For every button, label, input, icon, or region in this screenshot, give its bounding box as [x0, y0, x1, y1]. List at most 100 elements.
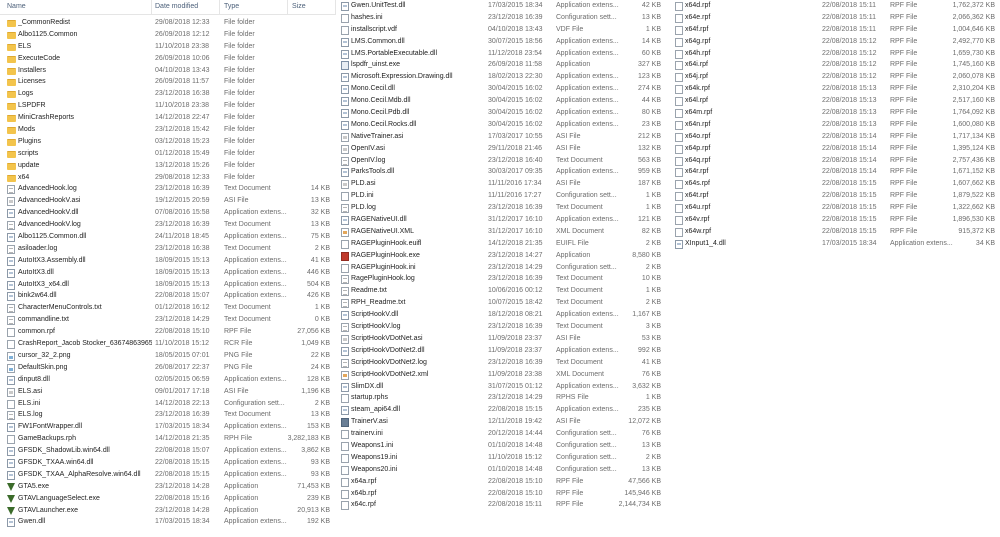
- file-row[interactable]: hashes.ini 23/12/2018 16:39 Configuration …: [338, 12, 664, 24]
- file-row[interactable]: Weapons19.ini 11/10/2018 15:12 Configurati…: [338, 452, 664, 464]
- file-row[interactable]: x64q.rpf 22/08/2018 15:14 RPF File 2,757,43…: [672, 155, 998, 167]
- file-row[interactable]: PLD.ini 11/11/2016 17:27 Configuration set…: [338, 190, 664, 202]
- file-row[interactable]: ScriptHookV.dll 18/12/2018 08:21 Applicati…: [338, 309, 664, 321]
- file-row[interactable]: FW1FontWrapper.dll 17/03/2015 18:34 Applic…: [0, 421, 336, 433]
- file-row[interactable]: GameBackups.rph 14/12/2018 21:35 RPH File 3…: [0, 433, 336, 445]
- file-row[interactable]: Gwen.UnitTest.dll 17/03/2015 18:34 Applica…: [338, 0, 664, 12]
- file-row[interactable]: trainerv.ini 20/12/2018 14:44 Configuratio…: [338, 428, 664, 440]
- file-row[interactable]: Mono.Cecil.Pdb.dll 30/04/2015 16:02 Applic…: [338, 107, 664, 119]
- column-header-type[interactable]: Type: [224, 3, 239, 10]
- file-row[interactable]: x64 29/08/2018 12:33 File folder: [0, 172, 336, 184]
- file-row[interactable]: x64r.rpf 22/08/2018 15:14 RPF File 1,671,15…: [672, 166, 998, 178]
- file-row[interactable]: RAGEPluginHook.euifl 14/12/2018 21:35 EUIF…: [338, 238, 664, 250]
- file-row[interactable]: RAGENativeUI.dll 31/12/2017 16:10 Applicat…: [338, 214, 664, 226]
- file-row[interactable]: Installers 04/10/2018 13:43 File folder: [0, 65, 336, 77]
- file-row[interactable]: x64t.rpf 22/08/2018 15:15 RPF File 1,879,52…: [672, 190, 998, 202]
- file-row[interactable]: AdvancedHookV.log 23/12/2018 16:39 Text Do…: [0, 219, 336, 231]
- file-row[interactable]: Logs 23/12/2018 16:38 File folder: [0, 88, 336, 100]
- file-row[interactable]: x64i.rpf 22/08/2018 15:12 RPF File 1,745,16…: [672, 59, 998, 71]
- file-row[interactable]: Mono.Cecil.Mdb.dll 30/04/2015 16:02 Applic…: [338, 95, 664, 107]
- file-row[interactable]: DefaultSkin.png 26/08/2017 22:37 PNG File 2…: [0, 362, 336, 374]
- file-row[interactable]: TrainerV.asi 12/11/2018 19:42 ASI File 12,0…: [338, 416, 664, 428]
- file-row[interactable]: Plugins 03/12/2018 15:23 File folder: [0, 136, 336, 148]
- file-row[interactable]: x64u.rpf 22/08/2018 15:15 RPF File 1,322,66…: [672, 202, 998, 214]
- file-row[interactable]: Readme.txt 10/06/2016 00:12 Text Document 1…: [338, 285, 664, 297]
- file-row[interactable]: ScriptHookV.log 23/12/2018 16:39 Text Docu…: [338, 321, 664, 333]
- file-row[interactable]: update 13/12/2018 15:26 File folder: [0, 160, 336, 172]
- file-row[interactable]: AdvancedHookV.dll 07/08/2016 15:58 Applica…: [0, 207, 336, 219]
- file-row[interactable]: x64v.rpf 22/08/2018 15:15 RPF File 1,896,53…: [672, 214, 998, 226]
- file-row[interactable]: RPH_Readme.txt 10/07/2015 18:42 Text Docum…: [338, 297, 664, 309]
- file-row[interactable]: LMS.Common.dll 30/07/2015 18:56 Applicatio…: [338, 36, 664, 48]
- file-row[interactable]: LMS.PortableExecutable.dll 11/12/2018 23:…: [338, 48, 664, 60]
- file-row[interactable]: Albo1125.Common 26/09/2018 12:12 File fold…: [0, 29, 336, 41]
- file-row[interactable]: CrashReport_Jacob Stocker_636748639650..…: [0, 338, 336, 350]
- file-row[interactable]: ParksTools.dll 30/03/2017 09:35 Applicatio…: [338, 166, 664, 178]
- file-row[interactable]: x64h.rpf 22/08/2018 15:12 RPF File 1,659,73…: [672, 48, 998, 60]
- file-row[interactable]: startup.rphs 23/12/2018 14:29 RPHS File 1 K…: [338, 392, 664, 404]
- file-row[interactable]: NativeTrainer.asi 17/03/2017 10:55 ASI Fil…: [338, 131, 664, 143]
- file-row[interactable]: GTAVLanguageSelect.exe 22/08/2018 15:16 Ap…: [0, 493, 336, 505]
- file-row[interactable]: asiloader.log 23/12/2018 16:38 Text Docume…: [0, 243, 336, 255]
- file-row[interactable]: RagePluginHook.log 23/12/2018 16:39 Text D…: [338, 273, 664, 285]
- file-row[interactable]: ExecuteCode 26/09/2018 10:06 File folder: [0, 53, 336, 65]
- file-row[interactable]: cursor_32_2.png 18/05/2015 07:01 PNG File 2…: [0, 350, 336, 362]
- file-row[interactable]: AutoItX3.Assembly.dll 18/09/2015 15:13 App…: [0, 255, 336, 267]
- file-row[interactable]: Albo1125.Common.dll 24/11/2018 18:45 Appli…: [0, 231, 336, 243]
- column-header-date-modified[interactable]: Date modified: [155, 3, 198, 10]
- file-row[interactable]: lspdfr_uinst.exe 26/09/2018 11:58 Applicat…: [338, 59, 664, 71]
- file-row[interactable]: Gwen.dll 17/03/2015 18:34 Application exte…: [0, 516, 336, 528]
- file-row[interactable]: RAGEPluginHook.ini 23/12/2018 14:29 Config…: [338, 262, 664, 274]
- file-row[interactable]: x64c.rpf 22/08/2018 15:11 RPF File 2,144,73…: [338, 499, 664, 511]
- file-row[interactable]: GFSDK_TXAA.win64.dll 22/08/2018 15:15 Appl…: [0, 457, 336, 469]
- file-row[interactable]: x64o.rpf 22/08/2018 15:14 RPF File 1,717,13…: [672, 131, 998, 143]
- file-row[interactable]: ELS.log 23/12/2018 16:39 Text Document 13 K…: [0, 409, 336, 421]
- file-row[interactable]: x64w.rpf 22/08/2018 15:15 RPF File 915,372 …: [672, 226, 998, 238]
- file-row[interactable]: RAGENativeUI.XML 31/12/2017 16:10 XML Docu…: [338, 226, 664, 238]
- file-row[interactable]: x64e.rpf 22/08/2018 15:11 RPF File 2,066,36…: [672, 12, 998, 24]
- file-row[interactable]: GFSDK_ShadowLib.win64.dll 22/08/2018 15:0…: [0, 445, 336, 457]
- file-row[interactable]: x64n.rpf 22/08/2018 15:13 RPF File 1,600,08…: [672, 119, 998, 131]
- file-row[interactable]: GTA5.exe 23/12/2018 14:28 Application 71,45…: [0, 481, 336, 493]
- file-row[interactable]: Microsoft.Expression.Drawing.dll 18/02/20…: [338, 71, 664, 83]
- file-row[interactable]: XInput1_4.dll 17/03/2015 18:34 Application…: [672, 238, 998, 250]
- file-row[interactable]: AutoItX3.dll 18/09/2015 15:13 Application …: [0, 267, 336, 279]
- column-header-name[interactable]: Name: [7, 3, 26, 10]
- file-row[interactable]: Mono.Cecil.dll 30/04/2015 16:02 Applicatio…: [338, 83, 664, 95]
- file-row[interactable]: x64k.rpf 22/08/2018 15:13 RPF File 2,310,20…: [672, 83, 998, 95]
- file-row[interactable]: ELS 11/10/2018 23:38 File folder: [0, 41, 336, 53]
- file-row[interactable]: _CommonRedist 29/08/2018 12:33 File folder: [0, 17, 336, 29]
- file-row[interactable]: x64f.rpf 22/08/2018 15:11 RPF File 1,004,64…: [672, 24, 998, 36]
- file-row[interactable]: ScriptHookVDotNet2.xml 11/09/2018 23:38 XM…: [338, 369, 664, 381]
- file-row[interactable]: bink2w64.dll 22/08/2018 15:07 Application …: [0, 290, 336, 302]
- file-row[interactable]: AutoItX3_x64.dll 18/09/2015 15:13 Applicat…: [0, 279, 336, 291]
- file-row[interactable]: Mono.Cecil.Rocks.dll 30/04/2015 16:02 Appl…: [338, 119, 664, 131]
- file-row[interactable]: MiniCrashReports 14/12/2018 22:47 File fol…: [0, 112, 336, 124]
- file-row[interactable]: scripts 01/12/2018 15:49 File folder: [0, 148, 336, 160]
- file-row[interactable]: steam_api64.dll 22/08/2018 15:15 Applicati…: [338, 404, 664, 416]
- file-row[interactable]: commandline.txt 23/12/2018 14:29 Text Docu…: [0, 314, 336, 326]
- file-row[interactable]: dinput8.dll 02/05/2015 06:59 Application e…: [0, 374, 336, 386]
- file-row[interactable]: Weapons1.ini 01/10/2018 14:48 Configuratio…: [338, 440, 664, 452]
- file-row[interactable]: x64a.rpf 22/08/2018 15:10 RPF File 47,566 K…: [338, 476, 664, 488]
- file-row[interactable]: AdvancedHook.log 23/12/2018 16:39 Text Doc…: [0, 183, 336, 195]
- file-row[interactable]: RAGEPluginHook.exe 23/12/2018 14:27 Applic…: [338, 250, 664, 262]
- file-row[interactable]: PLD.log 23/12/2018 16:39 Text Document 1 KB: [338, 202, 664, 214]
- file-row[interactable]: AdvancedHookV.asi 19/12/2015 20:59 ASI Fil…: [0, 195, 336, 207]
- file-row[interactable]: GTAVLauncher.exe 23/12/2018 14:28 Applicat…: [0, 505, 336, 517]
- file-row[interactable]: x64p.rpf 22/08/2018 15:14 RPF File 1,395,12…: [672, 143, 998, 155]
- column-header-size[interactable]: Size: [292, 3, 306, 10]
- file-row[interactable]: x64d.rpf 22/08/2018 15:11 RPF File 1,762,37…: [672, 0, 998, 12]
- file-row[interactable]: CharacterMenuControls.txt 01/12/2018 16:1…: [0, 302, 336, 314]
- file-row[interactable]: ScriptHookVDotNet2.dll 11/09/2018 23:37 Ap…: [338, 345, 664, 357]
- file-row[interactable]: x64g.rpf 22/08/2018 15:12 RPF File 2,492,77…: [672, 36, 998, 48]
- file-row[interactable]: OpenIV.asi 29/11/2018 21:46 ASI File 132 KB: [338, 143, 664, 155]
- file-row[interactable]: LSPDFR 11/10/2018 23:38 File folder: [0, 100, 336, 112]
- file-row[interactable]: Mods 23/12/2018 15:42 File folder: [0, 124, 336, 136]
- file-row[interactable]: installscript.vdf 04/10/2018 13:43 VDF Fil…: [338, 24, 664, 36]
- file-row[interactable]: ELS.asi 09/01/2017 17:18 ASI File 1,196 KB: [0, 386, 336, 398]
- file-row[interactable]: x64l.rpf 22/08/2018 15:13 RPF File 2,517,16…: [672, 95, 998, 107]
- file-row[interactable]: ScriptHookVDotNet.asi 11/09/2018 23:37 ASI…: [338, 333, 664, 345]
- file-row[interactable]: ScriptHookVDotNet2.log 23/12/2018 16:39 Te…: [338, 357, 664, 369]
- file-row[interactable]: x64s.rpf 22/08/2018 15:15 RPF File 1,607,66…: [672, 178, 998, 190]
